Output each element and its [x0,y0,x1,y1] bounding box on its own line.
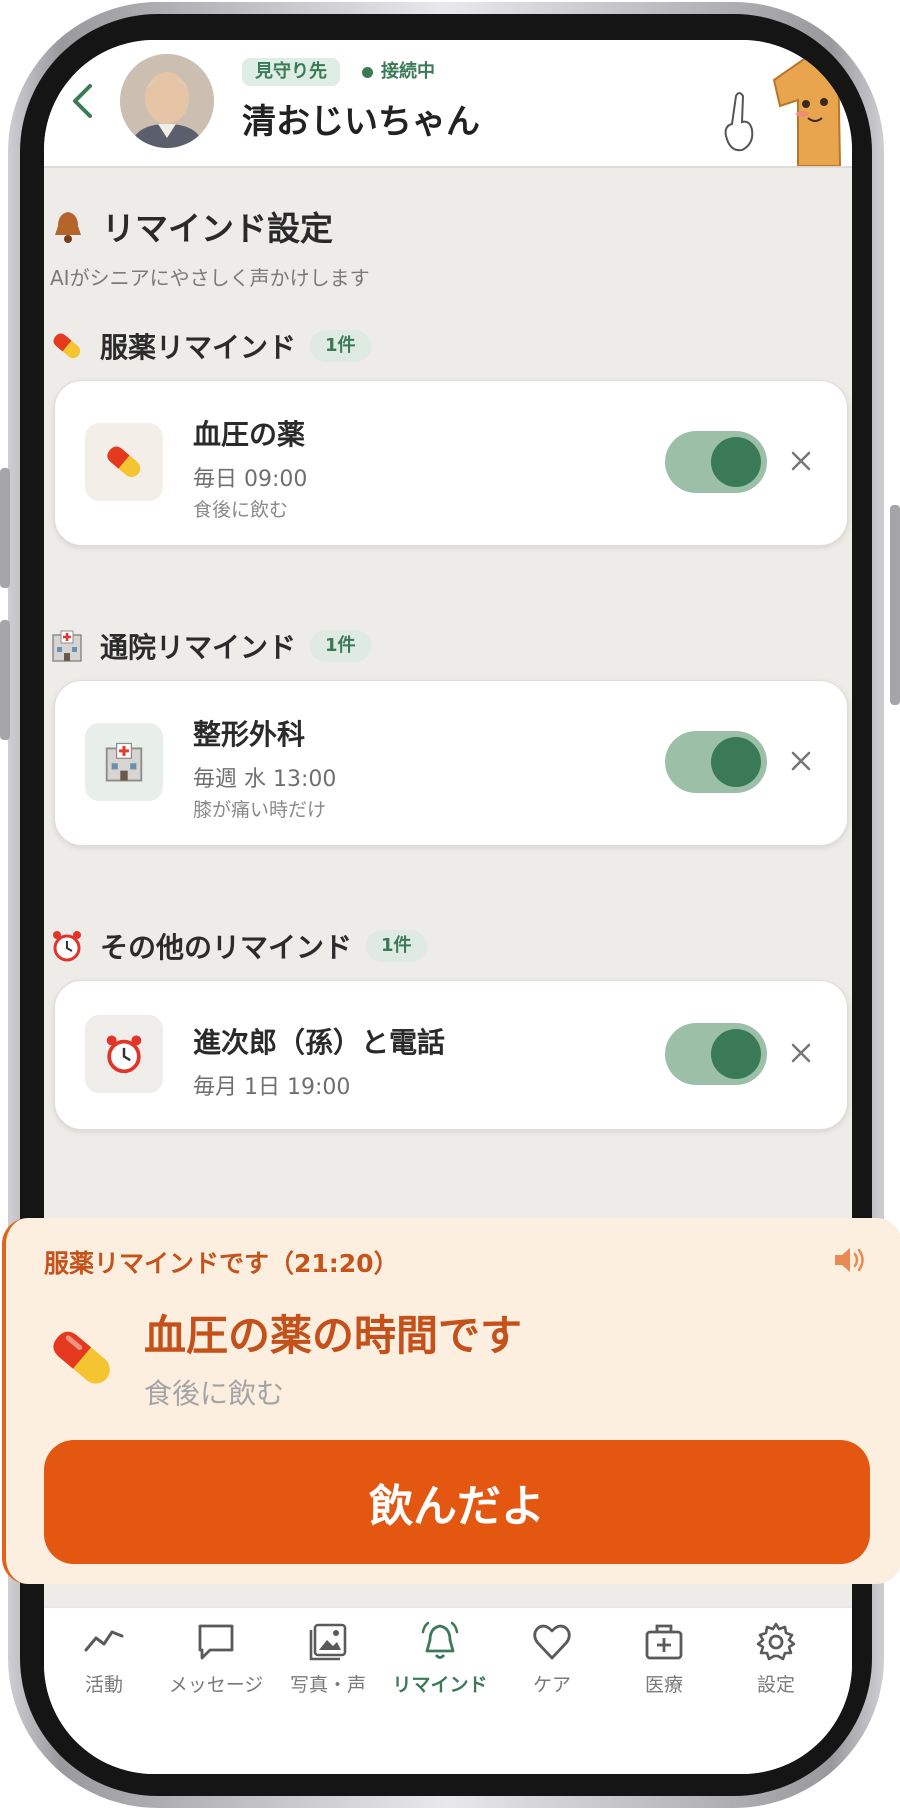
card-icon-box [85,1015,163,1093]
close-icon [791,451,811,471]
card-icon-box [85,723,163,801]
reminder-schedule: 毎月 1日 19:00 [193,1075,351,1100]
section-medication: 服薬リマインド 1件 [50,326,371,366]
reminder-card[interactable]: 進次郎（孫）と電話 毎月 1日 19:00 [54,980,848,1130]
chevron-left-icon [73,84,92,118]
alarm-clock-icon [106,1035,142,1074]
nav-item-medical[interactable]: 医療 [608,1620,720,1697]
page-subtitle: AIがシニアにやさしく声かけします [50,266,370,290]
connection-status-label: 接続中 [381,61,435,82]
nav-label: リマインド [392,1674,488,1696]
confirm-taken-button[interactable]: 飲んだよ [44,1440,870,1564]
alert-title: 血圧の薬の時間です [144,1311,523,1360]
nav-label: 写真・声 [289,1674,366,1696]
hospital-icon [52,630,82,662]
delete-button[interactable] [781,441,821,481]
close-icon [791,751,811,771]
reminder-toggle[interactable] [665,431,767,493]
reminder-title: 血圧の薬 [193,418,306,451]
nav-label: 活動 [84,1674,123,1696]
count-badge: 1件 [366,930,427,962]
section-title: 通院リマインド [100,631,297,664]
gear-icon [756,1622,796,1661]
bell-icon [421,1621,459,1659]
reminder-note: 食後に飲む [193,499,289,521]
reminder-card[interactable]: 血圧の薬 毎日 09:00 食後に飲む [54,380,848,546]
phone-side-button [0,468,10,588]
medication-alert: 服薬リマインドです（21:20） 血圧の薬の時間です 食後に飲む 飲んだよ [2,1218,900,1584]
reminder-note: 膝が痛い時だけ [193,799,327,821]
reminder-toggle[interactable] [665,1023,767,1085]
reminder-schedule: 毎日 09:00 [193,467,308,492]
toggle-knob [711,737,761,787]
pill-icon [53,1331,110,1384]
mascot-icon [724,46,842,166]
reminder-card[interactable]: 整形外科 毎週 水 13:00 膝が痛い時だけ [54,680,848,846]
reminder-title: 進次郎（孫）と電話 [193,1026,446,1059]
page-title-row: リマインド設定 [50,202,333,250]
nav-label: メッセージ [168,1674,264,1696]
pill-icon [53,333,81,359]
medical-bag-icon [645,1624,683,1660]
nav-label: 医療 [644,1674,683,1696]
card-icon-box [85,423,163,501]
status-dot-icon [362,66,373,78]
pill-icon [107,446,141,477]
hospital-icon [105,742,143,782]
delete-button[interactable] [781,1033,821,1073]
watch-target-badge: 見守り先 [242,58,340,86]
phone-side-button [890,505,900,705]
avatar[interactable] [120,54,214,148]
count-badge: 1件 [310,630,371,662]
reminder-title: 整形外科 [193,718,306,751]
nav-label: ケア [532,1674,571,1696]
heart-icon [533,1624,571,1660]
speaker-icon [835,1248,864,1272]
senior-portrait-icon [120,54,214,148]
section-other: その他のリマインド 1件 [50,926,427,966]
person-name: 清おじいちゃん [242,102,480,142]
count-badge: 1件 [310,330,371,362]
bell-icon [55,212,81,243]
alarm-clock-icon [53,931,81,962]
reminder-toggle[interactable] [665,731,767,793]
section-title: 服薬リマインド [100,331,297,364]
activity-chart-icon [84,1630,124,1652]
photo-icon [309,1623,347,1661]
nav-label: 設定 [756,1674,795,1696]
bottom-nav: 活動 メッセージ 写真・声 リマインド ケア 医療 設定 [44,1606,852,1774]
nav-item-reminders[interactable]: リマインド [384,1620,496,1697]
alert-heading: 服薬リマインドです（21:20） [44,1249,399,1278]
nav-item-settings[interactable]: 設定 [720,1620,832,1697]
section-hospital: 通院リマインド 1件 [50,626,371,666]
close-icon [791,1043,811,1063]
speaker-button[interactable] [832,1244,868,1276]
back-button[interactable] [62,78,102,124]
alert-note: 食後に飲む [144,1377,285,1410]
nav-item-care[interactable]: ケア [496,1620,608,1697]
toggle-knob [711,1029,761,1079]
reminder-schedule: 毎週 水 13:00 [193,767,337,792]
delete-button[interactable] [781,741,821,781]
page-title: リマインド設定 [102,209,333,248]
nav-item-photos[interactable]: 写真・声 [272,1620,384,1697]
section-title: その他のリマインド [100,931,353,964]
phone-side-button [0,620,10,740]
message-icon [198,1624,234,1660]
toggle-knob [711,437,761,487]
nav-item-activity[interactable]: 活動 [48,1620,160,1697]
connection-status: 接続中 [362,58,435,86]
nav-item-messages[interactable]: メッセージ [160,1620,272,1697]
app-header: 見守り先 接続中 清おじいちゃん [44,40,852,168]
